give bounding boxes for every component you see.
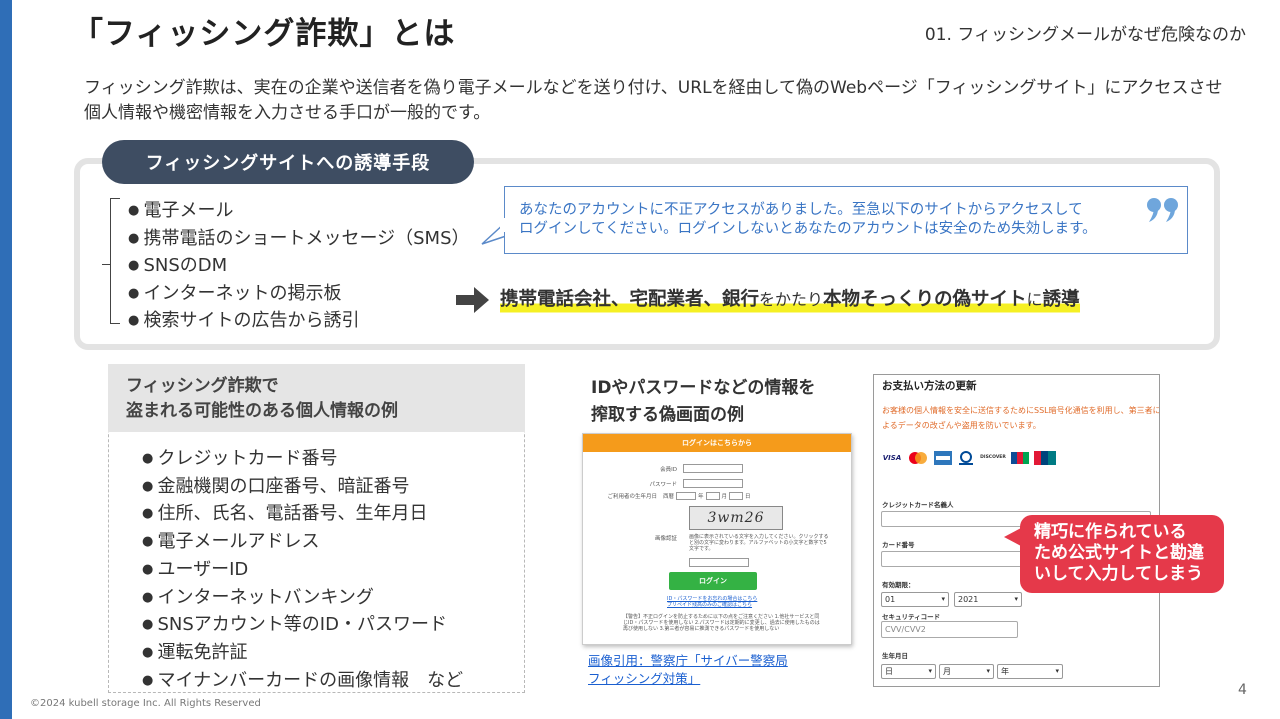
- intro-text: フィッシング詐欺は、実在の企業や送信者を偽り電子メールなどを送り付け、URLを経…: [84, 78, 1223, 123]
- list-item: 住所、氏名、電話番号、生年月日: [142, 501, 463, 529]
- list-item: 携帯電話のショートメッセージ（SMS）: [128, 226, 469, 254]
- fake-payment-note: お客様の個人情報を安全に送信するためにSSL暗号化通信を利用し、第三者によるデー…: [882, 406, 1160, 430]
- list-item: 電子メールアドレス: [142, 529, 463, 557]
- methods-bracket: [110, 198, 120, 324]
- unionpay-icon: [1034, 451, 1056, 465]
- fake-holder-label: クレジットカード名義人: [882, 501, 954, 509]
- list-item: 金融機関の口座番号、暗証番号: [142, 474, 463, 502]
- list-item: SNSアカウント等のID・パスワード: [142, 612, 463, 640]
- fake-birth-row: ご利用者の生年月日 西暦 年 月 日: [583, 492, 751, 500]
- mastercard-icon: [909, 452, 927, 464]
- fake-birth-label: 生年月日: [882, 652, 908, 660]
- fake-captcha-input: [689, 558, 749, 567]
- fake-month-unit: 月: [721, 494, 728, 500]
- image-source-link[interactable]: 画像引用：警察庁「サイバー警察局 フィッシング対策」: [588, 652, 788, 688]
- amex-icon: [934, 451, 952, 465]
- fake-login-header: ログインはこちらから: [583, 434, 851, 452]
- page-title: 「フィッシング詐欺」とは: [72, 16, 456, 52]
- list-item: 検索サイトの広告から誘引: [128, 308, 470, 336]
- list-item: インターネットの掲示板: [128, 281, 470, 309]
- copyright-text: ©2024 kubell storage Inc. All Rights Res…: [30, 698, 261, 709]
- caption-line-2: 搾取する偽画面の例: [591, 405, 744, 425]
- fake-day-select: [729, 492, 744, 500]
- fake-password-input: [683, 479, 743, 488]
- list-item: マイナンバーカードの画像情報 など: [142, 668, 463, 696]
- diners-icon: [959, 451, 973, 465]
- section-label: 01. フィッシングメールがなぜ危険なのか: [924, 25, 1246, 45]
- fake-member-label: 会員ID: [660, 466, 677, 473]
- fake-member-input: [683, 464, 743, 473]
- fake-login-button: ログイン: [669, 572, 757, 590]
- warning-callout: 精巧に作られている ため公式サイトと勘違 いして入力してしまう: [1020, 515, 1224, 593]
- left-accent-bar: [0, 0, 12, 719]
- source-line-1[interactable]: 画像引用：警察庁「サイバー警察局: [588, 652, 788, 670]
- stolen-info-list: クレジットカード番号 金融機関の口座番号、暗証番号 住所、氏名、電話番号、生年月…: [142, 446, 463, 695]
- methods-list: 電子メール 携帯電話のショートメッセージ（SMS） SNSのDM インターネット…: [128, 198, 470, 336]
- bubble-tail-mask: [500, 218, 508, 232]
- phishing-message-bubble: あなたのアカウントに不正アクセスがありました。至急以下のサイトからアクセスして …: [504, 186, 1188, 254]
- card-brand-row: VISA DISCOVER: [882, 451, 1056, 465]
- lure-part-3: 本物そっくりの偽サイト: [823, 289, 1027, 310]
- message-line-2: ログインしてください。ログインしないとあなたのアカウントは安全のため失効します。: [519, 221, 1097, 237]
- fake-login-screenshot: ログインはこちらから 会員ID パスワード ご利用者の生年月日 西暦 年 月 日…: [582, 433, 852, 645]
- fake-captcha-label: 画像認証: [654, 536, 677, 542]
- fake-birth-month-select: 月: [939, 664, 994, 679]
- methods-bracket-tick: [102, 264, 110, 265]
- discover-icon: DISCOVER: [980, 455, 1006, 460]
- fake-month-select: [705, 492, 720, 500]
- fake-payment-title: お支払い方法の更新: [882, 380, 977, 392]
- fake-password-row: パスワード: [583, 479, 743, 488]
- list-item: インターネットバンキング: [142, 585, 463, 613]
- caption-line-1: IDやパスワードなどの情報を: [591, 378, 816, 398]
- fake-cvv-label: セキュリティコード: [882, 613, 941, 621]
- list-item: クレジットカード番号: [142, 446, 463, 474]
- fake-login-warning: 【警告】不正ログインを防止するために以下の点をご注意ください 1.他社サービスと…: [623, 614, 820, 632]
- lure-part-2: をかたり: [759, 290, 824, 309]
- callout-line-2: ため公式サイトと勘違: [1034, 543, 1204, 563]
- fake-screen-caption: IDやパスワードなどの情報を 搾取する偽画面の例: [591, 375, 815, 429]
- list-item: SNSのDM: [128, 253, 470, 281]
- page-number: 4: [1238, 682, 1247, 698]
- visa-icon: VISA: [882, 453, 902, 462]
- fake-cvv-input: CVV/CVV2: [881, 621, 1018, 638]
- fake-year-unit: 年: [698, 494, 704, 500]
- fake-captcha-row: 画像認証: [583, 534, 683, 542]
- arrow-right-icon: [456, 287, 489, 313]
- quote-icon: [1147, 198, 1178, 222]
- fake-month-select: 01: [881, 592, 949, 607]
- heading-line-1: フィッシング詐欺で: [126, 376, 279, 396]
- fake-member-row: 会員ID: [583, 464, 743, 473]
- fake-login-links: ID・パスワードをお忘れの場合はこちら プリペイド残高のみのご確認はこちら: [667, 596, 757, 608]
- fake-birth-day-select: 日: [881, 664, 936, 679]
- fake-password-label: パスワード: [649, 481, 677, 488]
- fake-day-unit: 日: [745, 494, 751, 500]
- fake-era: 西暦: [663, 494, 675, 500]
- callout-tail: [1004, 528, 1021, 546]
- lure-highlight-text: 携帯電話会社、宅配業者、銀行をかたり本物そっくりの偽サイトに誘導: [500, 285, 1080, 315]
- jcb-icon: [1011, 452, 1029, 464]
- callout-line-1: 精巧に作られている: [1034, 522, 1187, 542]
- fake-year-select: [676, 492, 697, 500]
- callout-line-3: いして入力してしまう: [1034, 564, 1203, 584]
- lure-part-4: に: [1026, 290, 1043, 309]
- fake-captcha-image: 3wm26: [689, 506, 783, 530]
- lure-part-5: 誘導: [1042, 289, 1080, 310]
- list-item: ユーザーID: [142, 557, 463, 585]
- methods-label: フィッシングサイトへの誘導手段: [102, 140, 474, 184]
- fake-number-label: カード番号: [882, 541, 915, 549]
- source-line-2[interactable]: フィッシング対策」: [588, 670, 788, 688]
- list-item: 運転免許証: [142, 640, 463, 668]
- message-line-1: あなたのアカウントに不正アクセスがありました。至急以下のサイトからアクセスして: [519, 202, 1083, 218]
- fake-year-select: 2021: [954, 592, 1022, 607]
- lure-part-1: 携帯電話会社、宅配業者、銀行: [500, 289, 760, 310]
- fake-link-balance: プリペイド残高のみのご確認はこちら: [667, 602, 753, 608]
- stolen-info-heading: フィッシング詐欺で 盗まれる可能性のある個人情報の例: [108, 364, 525, 432]
- fake-birth-label: ご利用者の生年月日: [607, 494, 657, 500]
- fake-birth-year-select: 年: [997, 664, 1063, 679]
- fake-expiry-label: 有効期限：: [882, 581, 915, 589]
- heading-line-2: 盗まれる可能性のある個人情報の例: [126, 401, 398, 421]
- fake-captcha-note: 画像に表示されている文字を入力してください。クリックすると別の文字に変わります。…: [689, 534, 829, 552]
- list-item: 電子メール: [128, 198, 470, 226]
